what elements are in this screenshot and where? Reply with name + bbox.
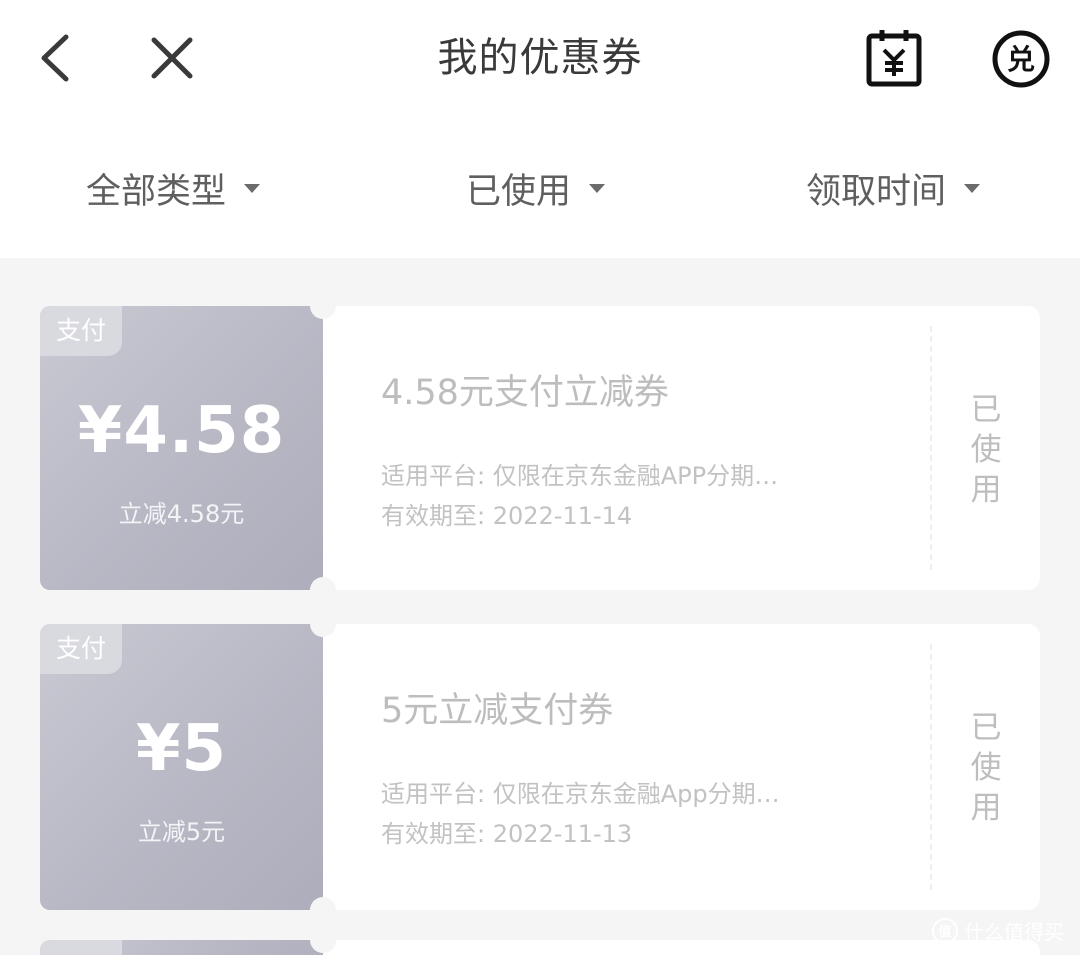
coupon-stub: 支付 ¥4.58 立减4.58元 — [40, 306, 323, 590]
close-icon — [151, 37, 193, 79]
coupon-body: 5元立减支付券 适用平台: 仅限在京东金融App分期… 有效期至: 2022-1… — [323, 624, 1040, 910]
coupon-card[interactable]: 支付 ¥4.58 立减4.58元 4.58元支付立减券 适用平台: 仅限在京东金… — [40, 293, 1040, 603]
used-status-char: 已 — [970, 710, 1002, 746]
used-status-area: 已使用 — [930, 644, 1040, 890]
used-status-label: 已使用 — [966, 708, 1006, 828]
watermark-text: 什么值得买 — [964, 920, 1064, 944]
used-status-char: 使 — [970, 750, 1002, 786]
coupon-sub-label: 立减4.58元 — [118, 500, 245, 528]
coupon-notch — [310, 611, 336, 637]
coupon-expiry: 有效期至: 2022-11-14 — [381, 502, 633, 530]
top-nav-bar: 我的优惠券 兑 — [0, 0, 1080, 118]
coupon-title: 5元立减支付券 — [381, 691, 614, 731]
watermark-logo-icon: 值 — [932, 917, 958, 944]
coupon-amount: ¥4.58 — [77, 394, 286, 468]
redeem-glyph: 兑 — [1007, 43, 1035, 76]
coupon-tag — [40, 940, 122, 955]
coupon-notch — [310, 577, 336, 603]
coupon-card-partial[interactable] — [40, 927, 1040, 955]
chevron-left-icon — [41, 34, 69, 82]
coupon-sub-label: 立减5元 — [137, 818, 226, 846]
coupon-notch — [310, 897, 336, 923]
used-status-area: 已使用 — [930, 326, 1040, 570]
used-status-char: 用 — [970, 790, 1002, 826]
redeem-button[interactable]: 兑 — [990, 28, 1052, 90]
coupon-tag: 支付 — [40, 306, 122, 356]
used-status-char: 用 — [970, 472, 1002, 508]
filter-time-dropdown[interactable]: 领取时间 — [806, 158, 981, 218]
coupon-list: 支付 ¥4.58 立减4.58元 4.58元支付立减券 适用平台: 仅限在京东金… — [0, 258, 1080, 955]
coupon-notch — [310, 927, 336, 953]
filter-type-dropdown[interactable]: 全部类型 — [86, 158, 261, 218]
redeem-icon: 兑 — [992, 30, 1050, 88]
bill-button[interactable] — [862, 26, 926, 90]
yuan-bill-icon — [866, 30, 922, 87]
coupon-platform: 适用平台: 仅限在京东金融APP分期… — [381, 462, 779, 490]
coupon-amount: ¥5 — [135, 712, 228, 786]
coupon-tag: 支付 — [40, 624, 122, 674]
used-status-char: 已 — [970, 392, 1002, 428]
filter-bar: 全部类型 已使用 领取时间 — [0, 118, 1080, 258]
filter-type-label: 全部类型 — [86, 171, 227, 212]
filter-time-label: 领取时间 — [806, 171, 947, 212]
coupon-card[interactable]: 支付 ¥5 立减5元 5元立减支付券 适用平台: 仅限在京东金融App分期… 有… — [40, 611, 1040, 923]
used-status-char: 使 — [970, 432, 1002, 468]
coupon-notch — [310, 293, 336, 319]
coupon-title: 4.58元支付立减券 — [381, 373, 669, 413]
close-button[interactable] — [142, 28, 202, 88]
used-status-label: 已使用 — [966, 390, 1006, 510]
caret-down-icon — [244, 183, 261, 193]
coupon-platform: 适用平台: 仅限在京东金融App分期… — [381, 780, 780, 808]
page-title: 我的优惠券 — [437, 35, 643, 81]
coupon-expiry: 有效期至: 2022-11-13 — [381, 820, 633, 848]
filter-status-dropdown[interactable]: 已使用 — [466, 158, 606, 218]
filter-status-label: 已使用 — [466, 171, 572, 212]
coupon-body: 4.58元支付立减券 适用平台: 仅限在京东金融APP分期… 有效期至: 202… — [323, 306, 1040, 590]
coupon-stub: 支付 ¥5 立减5元 — [40, 624, 323, 910]
watermark: 值 什么值得买 — [932, 916, 1064, 945]
caret-down-icon — [589, 183, 606, 193]
back-button[interactable] — [26, 28, 86, 88]
coupon-stub — [40, 940, 323, 955]
caret-down-icon — [964, 183, 981, 193]
